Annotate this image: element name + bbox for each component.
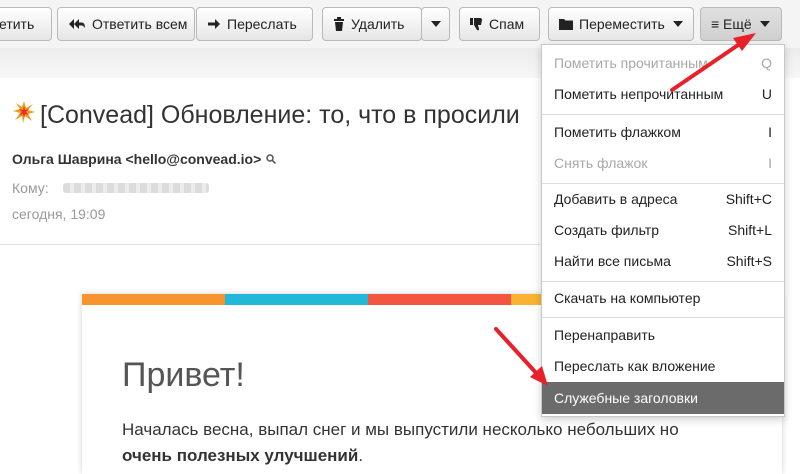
menu-item-label: Перенаправить xyxy=(554,327,656,343)
color-stripe-blue xyxy=(225,294,368,305)
menu-item-mark-read[interactable]: Пометить прочитанным Q xyxy=(542,48,784,78)
body-line-2-end: . xyxy=(358,446,364,465)
menu-separator xyxy=(542,317,784,318)
menu-item-add-to-contacts[interactable]: Добавить в адреса Shift+C xyxy=(542,184,784,214)
menu-item-label: Скачать на компьютер xyxy=(554,290,701,306)
more-menu: Пометить прочитанным Q Пометить непрочит… xyxy=(541,44,785,417)
menu-item-show-headers[interactable]: Служебные заголовки xyxy=(542,382,784,414)
color-stripe-red xyxy=(368,294,511,305)
spam-label: Спам xyxy=(489,16,525,32)
explosion-icon xyxy=(12,100,36,131)
menu-item-download[interactable]: Скачать на компьютер xyxy=(542,283,784,313)
menu-separator xyxy=(542,114,784,115)
reply-all-label: Ответить всем xyxy=(92,16,188,32)
email-subject: [Convead] Обновление: то, что в просили xyxy=(12,100,520,131)
move-button[interactable]: Переместить xyxy=(548,7,694,41)
menu-item-label: Пометить флажком xyxy=(554,124,681,140)
menu-item-label: Переслать как вложение xyxy=(554,358,716,374)
color-stripe-orange xyxy=(82,294,225,305)
menu-item-shortcut: Q xyxy=(761,55,772,71)
menu-item-shortcut: Shift+S xyxy=(726,253,772,269)
delete-button[interactable]: Удалить xyxy=(322,7,422,41)
menu-item-shortcut: Shift+C xyxy=(725,191,772,207)
thumbs-down-icon xyxy=(470,17,483,31)
menu-item-shortcut: Shift+L xyxy=(728,222,772,238)
body-bold: очень полезных улучшений xyxy=(122,446,359,465)
more-button[interactable]: ≡ Ещё xyxy=(700,7,782,41)
sender-text: Ольга Шаврина <hello@convead.io> xyxy=(12,151,262,167)
menu-item-shortcut: I xyxy=(768,155,772,171)
more-label: ≡ Ещё xyxy=(711,16,752,32)
subject-text: [Convead] Обновление: то, что в просили xyxy=(40,101,520,129)
menu-item-find-all-emails[interactable]: Найти все письма Shift+S xyxy=(542,246,784,276)
folder-icon xyxy=(559,18,573,30)
chevron-down-icon xyxy=(759,21,770,27)
body-paragraph: Началась весна, выпал снег и мы выпустил… xyxy=(122,417,679,469)
header-divider xyxy=(0,244,540,245)
email-date: сегодня, 19:09 xyxy=(12,206,106,222)
menu-item-label: Добавить в адреса xyxy=(554,191,678,207)
menu-item-create-filter[interactable]: Создать фильтр Shift+L xyxy=(542,215,784,245)
menu-item-shortcut: I xyxy=(768,124,772,140)
sender[interactable]: Ольга Шаврина <hello@convead.io> xyxy=(12,151,277,167)
menu-item-label: Пометить прочитанным xyxy=(554,55,708,71)
menu-separator xyxy=(542,281,784,282)
menu-item-mark-unread[interactable]: Пометить непрочитанным U xyxy=(542,79,784,109)
mark-button[interactable]: етить xyxy=(0,7,52,41)
menu-item-label: Снять флажок xyxy=(554,155,648,171)
menu-item-unflag[interactable]: Снять флажок I xyxy=(542,148,784,178)
forward-button[interactable]: Переслать xyxy=(196,7,313,41)
spam-button[interactable]: Спам xyxy=(459,7,540,41)
chevron-down-icon xyxy=(430,21,441,27)
menu-item-flag[interactable]: Пометить флажком I xyxy=(542,117,784,147)
menu-item-redirect[interactable]: Перенаправить xyxy=(542,320,784,350)
menu-item-label: Найти все письма xyxy=(554,253,671,269)
menu-item-label: Служебные заголовки xyxy=(554,390,698,406)
forward-icon xyxy=(207,18,221,30)
mark-button-label: етить xyxy=(0,16,35,32)
delete-options-button[interactable] xyxy=(421,7,450,41)
menu-item-label: Пометить непрочитанным xyxy=(554,86,724,102)
toolbar: етить Ответить всем Переслать Удалить Сп… xyxy=(0,0,800,48)
reply-all-button[interactable]: Ответить всем xyxy=(57,7,195,41)
body-line-1: Началась весна, выпал снег и мы выпустил… xyxy=(122,420,679,439)
move-label: Переместить xyxy=(579,16,665,32)
reply-all-icon xyxy=(68,18,86,30)
to-label: Кому: xyxy=(12,180,49,196)
recipient-row: Кому: xyxy=(12,180,209,196)
menu-item-shortcut: U xyxy=(761,86,772,102)
menu-item-label: Создать фильтр xyxy=(554,222,659,238)
search-icon[interactable] xyxy=(266,151,277,167)
menu-item-forward-as-attachment[interactable]: Переслать как вложение xyxy=(542,351,784,381)
recipient-redacted xyxy=(62,183,209,193)
chevron-down-icon xyxy=(672,21,683,27)
greeting: Привет! xyxy=(122,356,245,394)
delete-label: Удалить xyxy=(351,16,405,32)
forward-label: Переслать xyxy=(227,16,297,32)
trash-icon xyxy=(333,17,345,31)
